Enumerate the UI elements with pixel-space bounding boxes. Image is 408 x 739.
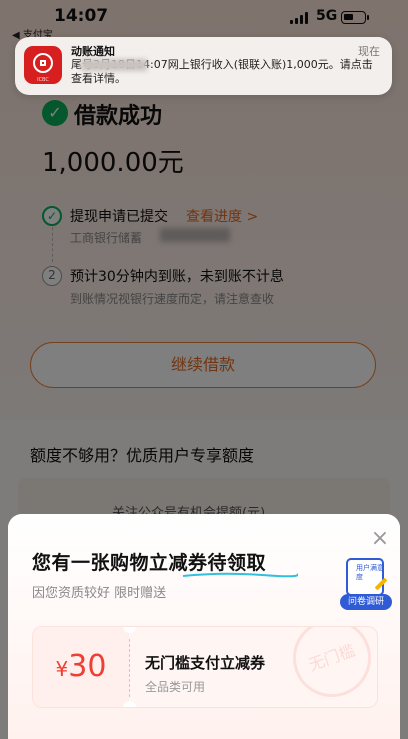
coupon-value: 30 bbox=[68, 649, 107, 684]
coupon-amount: ¥30 bbox=[33, 649, 129, 684]
coupon-name: 无门槛支付立减券 bbox=[145, 654, 266, 672]
masked-card-number bbox=[81, 59, 147, 71]
survey-clipboard-icon: 用户满意度 bbox=[346, 558, 384, 596]
notification-title: 动账通知 bbox=[71, 45, 115, 58]
survey-button[interactable]: 用户满意度 问卷调研 bbox=[340, 558, 392, 610]
notification-time: 现在 bbox=[358, 45, 380, 58]
title-underline bbox=[182, 572, 298, 578]
coupon-card[interactable]: ¥30 无门槛支付立减券 全品类可用 无门槛 bbox=[32, 626, 378, 708]
sheet-title: 您有一张购物立减券待领取 bbox=[32, 552, 267, 574]
coupon-stamp: 无门槛 bbox=[282, 627, 377, 707]
coupon-description: 全品类可用 bbox=[145, 680, 206, 694]
icbc-app-icon: ICBC bbox=[24, 46, 62, 84]
coupon-divider bbox=[129, 639, 130, 697]
close-icon[interactable]: × bbox=[368, 528, 392, 552]
coupon-notch bbox=[123, 701, 136, 707]
sheet-subtitle: 因您资质较好 限时赠送 bbox=[32, 586, 167, 601]
coupon-sheet: × 您有一张购物立减券待领取 因您资质较好 限时赠送 用户满意度 问卷调研 ¥3… bbox=[8, 514, 400, 739]
bank-notification[interactable]: ICBC 动账通知 现在 尾号3月18日14:07网上银行收入(银联入账)1,0… bbox=[15, 37, 392, 95]
app-icon-tag: ICBC bbox=[37, 77, 49, 83]
survey-label: 问卷调研 bbox=[340, 594, 392, 610]
coupon-currency: ¥ bbox=[55, 657, 69, 681]
